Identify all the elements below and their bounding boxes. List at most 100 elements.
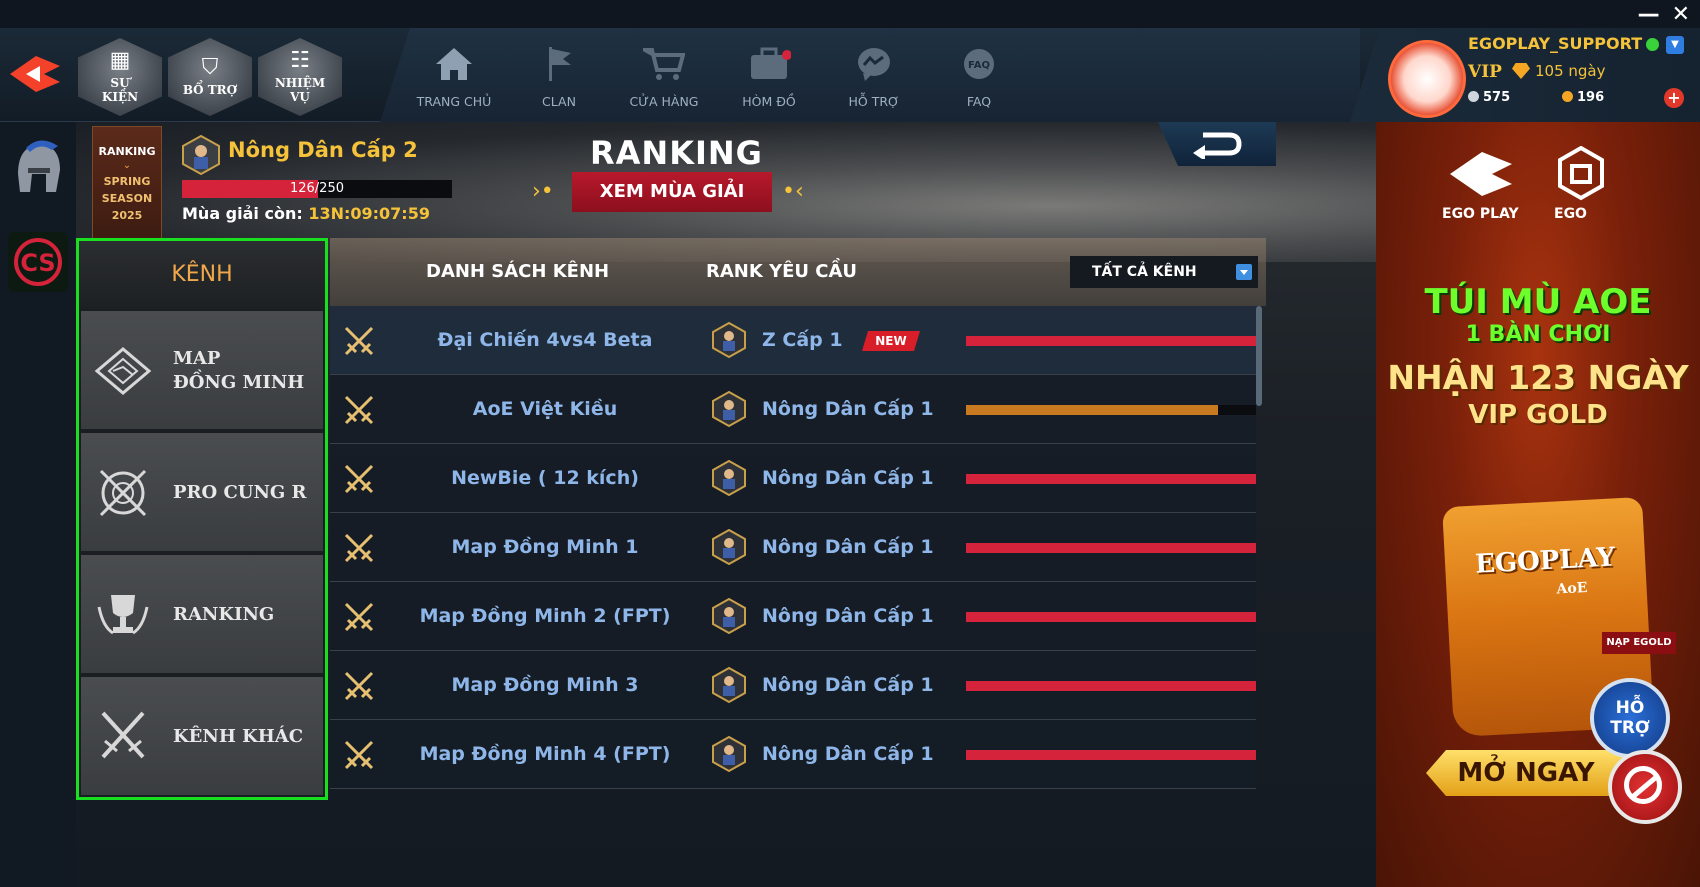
crossed-swords-icon [344,326,374,356]
ad-headline: TÚI MÙ AOE [1424,282,1652,322]
page-title: RANKING [590,134,763,172]
rank-badge-icon [712,597,746,635]
ad-offer: NHẬN 123 NGÀY [1387,358,1689,397]
minimize-button[interactable]: — [1638,4,1660,26]
back-arrow-icon [1193,132,1242,159]
nav-home[interactable]: TRANG CHỦ [404,44,504,109]
channel-name: Map Đồng Minh 1 [451,536,639,558]
trophy-icon [97,595,149,635]
sidebar-item-label: PRO CUNG R [173,482,307,503]
channel-name: Đại Chiến 4vs4 Beta [437,329,653,351]
channel-sidebar: KÊNH MAP ĐỒNG MINH PRO CUNG R RANKING KÊ… [76,238,328,800]
xp-progress-bar: 126/250 [182,180,452,198]
app-window: — ✕ ▦ SỰ KIỆN ⛉ BỔ TRỢ ☷ NHIỆM VỤ TRANG … [0,0,1700,887]
nav-store-label: CỬA HÀNG [629,94,699,109]
new-badge: NEW [862,331,920,351]
crossed-swords-icon [344,395,374,425]
mission-label: NHIỆM VỤ [274,76,326,104]
table-row[interactable]: AoE Việt Kiều Nông Dân Cấp 1 [330,375,1256,444]
crossed-swords-icon [344,533,374,563]
block-ad-button[interactable] [1608,750,1682,824]
required-rank: Nông Dân Cấp 1 [762,743,934,765]
ornament-left-icon: ›• [532,179,554,204]
shield-check-icon: ⛉ [201,55,219,80]
sidebar-item-pro-archer[interactable]: PRO CUNG R [81,433,323,553]
nav-store[interactable]: CỬA HÀNG [614,44,714,109]
season-remaining-value: 13N:09:07:59 [308,204,430,223]
nav-faq-label: FAQ [966,94,992,109]
open-now-button[interactable]: MỞ NGAY [1426,750,1626,796]
crossed-swords-icon [344,740,374,770]
promo-banner[interactable]: EGO PLAY EGO TÚI MÙ AOE 1 BÀN CHƠI NHẬN … [1376,122,1700,887]
capacity-fill [966,612,1256,622]
nav-support[interactable]: HỖ TRỢ [824,44,924,109]
table-row[interactable]: Map Đồng Minh 4 (FPT) Nông Dân Cấp 1 [330,720,1256,789]
player-rank-name: Nông Dân Cấp 2 [228,138,418,162]
sidebar-item-label: RANKING [173,604,275,625]
capacity-fill [966,336,1256,346]
ad-brand-ego: EGO [1554,206,1587,222]
capacity-fill [966,750,1256,760]
chest-icon [719,44,819,84]
channel-filter-value: TẤT CẢ KÊNH [1092,264,1197,280]
support-items-button[interactable]: ⛉ BỔ TRỢ [168,38,252,116]
channel-name: Map Đồng Minh 4 (FPT) [419,743,671,765]
nav-inventory-label: HÒM ĐỒ [742,94,796,109]
sidebar-item-ranking[interactable]: RANKING [81,555,323,675]
sidebar-item-allied-map[interactable]: MAP ĐỒNG MINH [81,311,323,431]
messenger-icon [824,44,924,84]
capacity-fill [966,543,1256,553]
nav-faq[interactable]: FAQ FAQ [929,44,1029,109]
ad-brand-egoplay: EGO PLAY [1442,206,1519,222]
support-items-label: BỔ TRỢ [182,83,238,97]
season-tag-season: SPRING SEASON 2025 [101,175,153,222]
flag-icon [509,44,609,84]
table-row[interactable]: Map Đồng Minh 3 Nông Dân Cấp 1 [330,651,1256,720]
aoe-game-icon[interactable] [6,134,70,198]
mission-button[interactable]: ☷ NHIỆM VỤ [258,38,342,116]
sidebar-item-label: MAP ĐỒNG MINH [173,348,305,393]
game-rail: CS [0,122,76,887]
nav-clan[interactable]: CLAN [509,44,609,109]
gold-balance: 196 [1562,90,1604,105]
rank-badge-icon [712,666,746,704]
crossed-swords-icon [101,711,145,759]
avatar[interactable] [1388,40,1466,118]
crossed-swords-icon [344,671,374,701]
support-float-button[interactable]: HỖ TRỢ [1590,678,1670,758]
calendar-icon: ▦ [109,48,131,73]
required-rank: Nông Dân Cấp 1 [762,398,934,420]
table-row[interactable]: Map Đồng Minh 1 Nông Dân Cấp 1 [330,513,1256,582]
sidebar-item-other-channels[interactable]: KÊNH KHÁC [81,677,323,797]
ad-subheadline: 1 BÀN CHƠI [1465,322,1611,347]
event-label: SỰ KIỆN [101,76,139,104]
main-panel: RANKING ⌄ SPRING SEASON 2025 Nông Dân Cấ… [76,122,1376,887]
channel-sidebar-header: KÊNH [79,241,325,309]
egoplay-logo-icon[interactable] [6,50,64,98]
nav-support-label: HỖ TRỢ [848,94,900,109]
bag-sub-text: AoE [1556,579,1588,598]
topup-plus-button[interactable]: + [1664,88,1684,108]
close-button[interactable]: ✕ [1672,4,1690,26]
window-controls: — ✕ [1638,4,1690,26]
capacity-bar [966,750,1256,760]
channel-name: Map Đồng Minh 2 (FPT) [419,605,671,627]
clipboard-icon: ☷ [290,48,310,73]
user-menu-dropdown-icon[interactable]: ▼ [1666,36,1684,54]
table-row[interactable]: Đại Chiến 4vs4 Beta Z Cấp 1 NEW [330,306,1256,375]
cs-game-icon[interactable]: CS [6,230,70,294]
nav-inventory[interactable]: HÒM ĐỒ [719,44,819,109]
svg-text:FAQ: FAQ [968,60,990,71]
table-row[interactable]: NewBie ( 12 kích) Nông Dân Cấp 1 [330,444,1256,513]
view-season-button[interactable]: XEM MÙA GIẢI [572,172,772,212]
table-scrollbar[interactable] [1256,306,1262,406]
event-button[interactable]: ▦ SỰ KIỆN [78,38,162,116]
user-panel: EGOPLAY_SUPPORT ▼ VIP 105 ngày 575 196 + [1350,28,1700,122]
channel-filter-select[interactable]: TẤT CẢ KÊNH [1070,256,1258,288]
back-button[interactable] [1158,122,1276,166]
peasant-rank-icon [182,134,220,176]
ornament-right-icon: •‹ [782,179,804,204]
table-row[interactable]: Map Đồng Minh 2 (FPT) Nông Dân Cấp 1 [330,582,1256,651]
required-rank: Nông Dân Cấp 1 [762,605,934,627]
silver-balance: 575 [1468,90,1510,105]
